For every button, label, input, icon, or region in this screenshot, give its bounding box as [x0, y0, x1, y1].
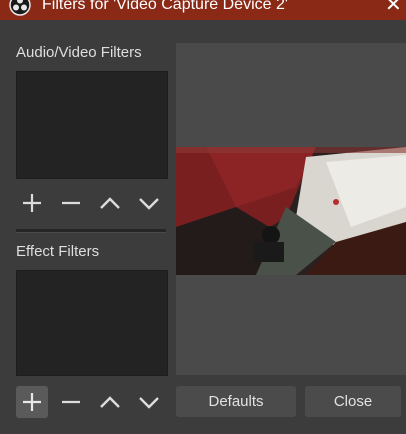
move-audio-video-filter-down-button[interactable]: [133, 187, 165, 219]
remove-effect-filter-button[interactable]: [55, 386, 87, 418]
effect-filters-toolbar: [16, 386, 176, 418]
close-button[interactable]: Close: [305, 386, 401, 417]
effect-filters-label: Effect Filters: [16, 243, 100, 260]
add-audio-video-filter-button[interactable]: [16, 187, 48, 219]
chevron-down-icon: [139, 198, 159, 210]
close-icon[interactable]: ✕: [385, 0, 402, 15]
defaults-button[interactable]: Defaults: [176, 386, 296, 417]
minus-icon: [62, 201, 80, 205]
chevron-up-icon: [100, 396, 120, 408]
add-effect-filter-button[interactable]: [16, 386, 48, 418]
chevron-down-icon: [139, 397, 159, 409]
plus-icon: [23, 393, 41, 411]
move-audio-video-filter-up-button[interactable]: [94, 187, 126, 219]
audio-video-filters-label: Audio/Video Filters: [16, 44, 142, 61]
minus-icon: [62, 400, 80, 404]
plus-icon: [23, 194, 41, 212]
chevron-up-icon: [100, 197, 120, 209]
filter-preview: [176, 43, 406, 375]
audio-video-filters-toolbar: [16, 187, 176, 219]
window-title: Filters for 'Video Capture Device 2': [42, 0, 288, 13]
move-effect-filter-down-button[interactable]: [133, 386, 165, 418]
video-preview-image: [176, 147, 406, 275]
move-effect-filter-up-button[interactable]: [94, 386, 126, 418]
section-divider[interactable]: [16, 229, 166, 233]
audio-video-filters-list[interactable]: [16, 71, 168, 179]
title-bar: Filters for 'Video Capture Device 2' ✕: [0, 0, 406, 20]
remove-audio-video-filter-button[interactable]: [55, 187, 87, 219]
effect-filters-list[interactable]: [16, 270, 168, 376]
obs-logo-icon: [9, 0, 31, 16]
